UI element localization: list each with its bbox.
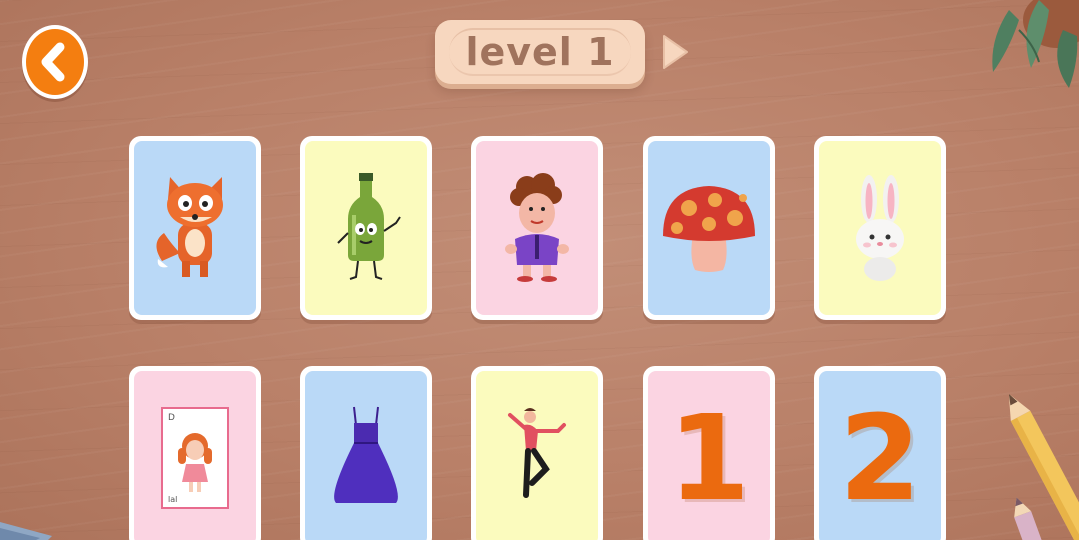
memory-card[interactable] [643, 136, 775, 320]
memory-card[interactable] [471, 366, 603, 540]
mushroom-icon [663, 186, 755, 272]
level-plaque: level 1 [435, 20, 645, 84]
bottle-character-icon [337, 173, 401, 280]
memory-card[interactable] [300, 366, 432, 540]
back-button[interactable] [22, 25, 88, 99]
fox-icon [156, 177, 223, 277]
memory-card[interactable]: 2 [814, 366, 946, 540]
memory-card[interactable] [471, 136, 603, 320]
svg-text:D: D [168, 413, 175, 423]
memory-card[interactable] [814, 136, 946, 320]
curly-hair-man-icon [505, 173, 569, 282]
memory-card[interactable]: 1 [643, 366, 775, 540]
girl-picture-card-icon: D lal [161, 407, 229, 509]
dress-icon [334, 406, 398, 503]
chevron-left-icon [41, 42, 65, 82]
potted-plant-icon [992, 0, 1079, 88]
level-title: level 1 [465, 30, 615, 74]
rabbit-icon [856, 175, 904, 281]
memory-card[interactable] [300, 136, 432, 320]
svg-text:lal: lal [168, 495, 177, 504]
memory-card[interactable] [129, 136, 261, 320]
number-one-icon: 1 [667, 389, 751, 527]
next-level-arrow-icon[interactable] [660, 33, 690, 71]
memory-card[interactable]: D lal [129, 366, 261, 540]
dancer-icon [508, 408, 566, 498]
pencil-icon [0, 522, 52, 540]
number-two-icon: 2 [838, 389, 922, 527]
pencil-icon [1014, 497, 1045, 540]
